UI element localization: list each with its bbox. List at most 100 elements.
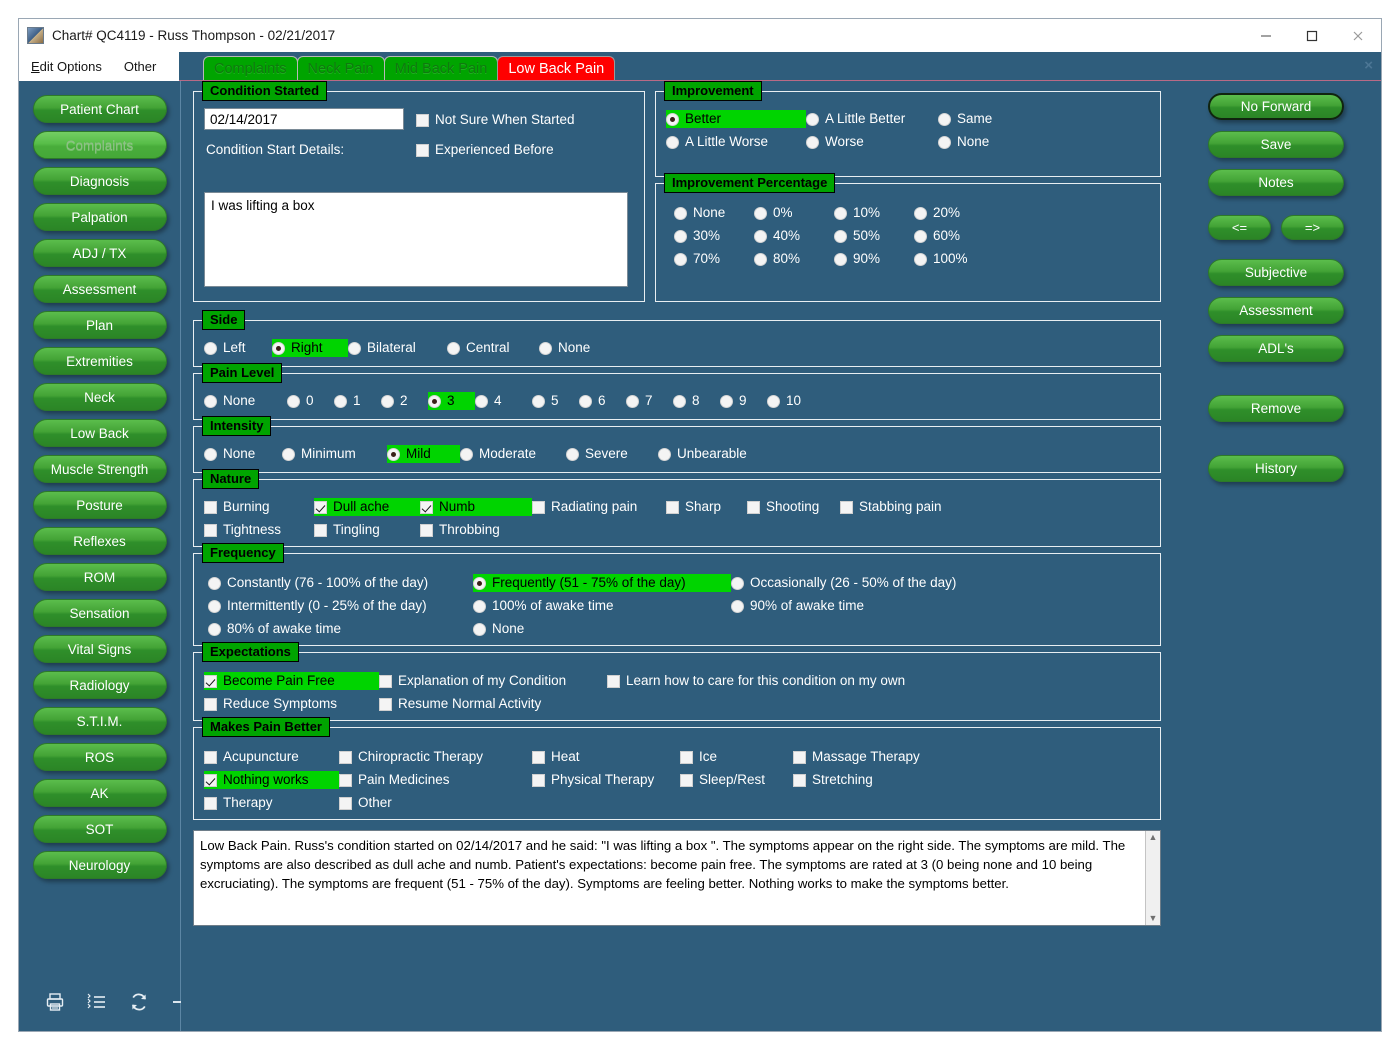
radio-pain-level-3[interactable]: 3 <box>428 392 475 410</box>
sidebar-item-reflexes[interactable]: Reflexes <box>32 527 167 555</box>
sidebar-item-adj-tx[interactable]: ADJ / TX <box>32 239 167 267</box>
check-nature-tightness[interactable]: Tightness <box>204 521 314 539</box>
radio-improvement-pct-90[interactable]: 90% <box>834 250 914 268</box>
refresh-icon[interactable] <box>129 992 149 1012</box>
radio-frequency-none[interactable]: None <box>473 620 526 638</box>
radio-frequency-occasionally-26-50-of-the-day[interactable]: Occasionally (26 - 50% of the day) <box>731 574 958 592</box>
radio-pain-level-4[interactable]: 4 <box>475 392 532 410</box>
radio-side-right[interactable]: Right <box>272 339 348 357</box>
check-expectation-resume-normal-activity[interactable]: Resume Normal Activity <box>379 695 607 713</box>
sidebar-item-sensation[interactable]: Sensation <box>32 599 167 627</box>
check-makes-better-physical-therapy[interactable]: Physical Therapy <box>532 771 680 789</box>
radio-intensity-severe[interactable]: Severe <box>566 445 658 463</box>
check-experienced-before[interactable]: Experienced Before <box>416 141 556 159</box>
sidebar-item-neck[interactable]: Neck <box>32 383 167 411</box>
radio-improvement-none[interactable]: None <box>938 133 991 151</box>
radio-improvement-pct-0[interactable]: 0% <box>754 204 834 222</box>
radio-pain-level-8[interactable]: 8 <box>673 392 720 410</box>
radio-intensity-unbearable[interactable]: Unbearable <box>658 445 749 463</box>
sidebar-item-rom[interactable]: ROM <box>32 563 167 591</box>
remove-button[interactable]: Remove <box>1208 395 1344 422</box>
radio-pain-level-6[interactable]: 6 <box>579 392 626 410</box>
no-forward-button[interactable]: No Forward <box>1208 93 1344 120</box>
radio-pain-level-2[interactable]: 2 <box>381 392 428 410</box>
radio-improvement-pct-70[interactable]: 70% <box>674 250 754 268</box>
check-nature-shooting[interactable]: Shooting <box>747 498 840 516</box>
check-makes-better-therapy[interactable]: Therapy <box>204 794 339 812</box>
radio-improvement-pct-10[interactable]: 10% <box>834 204 914 222</box>
sidebar-item-extremities[interactable]: Extremities <box>32 347 167 375</box>
check-nature-sharp[interactable]: Sharp <box>666 498 747 516</box>
radio-intensity-minimum[interactable]: Minimum <box>282 445 387 463</box>
check-nature-dull-ache[interactable]: Dull ache <box>314 498 420 516</box>
sidebar-item-low-back[interactable]: Low Back <box>32 419 167 447</box>
scroll-down-icon[interactable]: ▼ <box>1149 914 1158 923</box>
save-button[interactable]: Save <box>1208 131 1344 158</box>
check-makes-better-sleep-rest[interactable]: Sleep/Rest <box>680 771 793 789</box>
summary-scrollbar[interactable]: ▲ ▼ <box>1145 831 1160 925</box>
radio-improvement-pct-30[interactable]: 30% <box>674 227 754 245</box>
sidebar-item-posture[interactable]: Posture <box>32 491 167 519</box>
check-nature-throbbing[interactable]: Throbbing <box>420 521 502 539</box>
radio-pain-level-10[interactable]: 10 <box>767 392 803 410</box>
radio-side-bilateral[interactable]: Bilateral <box>348 339 447 357</box>
check-makes-better-massage-therapy[interactable]: Massage Therapy <box>793 748 922 766</box>
radio-pain-level-5[interactable]: 5 <box>532 392 579 410</box>
check-expectation-learn-how-to-care-for-this-condition-on-my-own[interactable]: Learn how to care for this condition on … <box>607 672 907 690</box>
scroll-up-icon[interactable]: ▲ <box>1149 833 1158 842</box>
radio-intensity-moderate[interactable]: Moderate <box>460 445 566 463</box>
sidebar-item-palpation[interactable]: Palpation <box>32 203 167 231</box>
radio-side-left[interactable]: Left <box>204 339 272 357</box>
condition-start-details-textarea[interactable]: I was lifting a box <box>204 192 628 287</box>
check-nature-burning[interactable]: Burning <box>204 498 314 516</box>
radio-frequency-intermittently-0-25-of-the-day[interactable]: Intermittently (0 - 25% of the day) <box>208 597 473 615</box>
close-button[interactable] <box>1335 19 1381 52</box>
check-makes-better-other[interactable]: Other <box>339 794 394 812</box>
sidebar-item-sot[interactable]: SOT <box>32 815 167 843</box>
history-button[interactable]: History <box>1208 455 1344 482</box>
subjective-button[interactable]: Subjective <box>1208 259 1344 286</box>
sidebar-item-ros[interactable]: ROS <box>32 743 167 771</box>
check-expectation-become-pain-free[interactable]: Become Pain Free <box>204 672 379 690</box>
check-makes-better-chiropractic-therapy[interactable]: Chiropractic Therapy <box>339 748 532 766</box>
sidebar-item-vital-signs[interactable]: Vital Signs <box>32 635 167 663</box>
check-makes-better-ice[interactable]: Ice <box>680 748 793 766</box>
check-nature-numb[interactable]: Numb <box>420 498 532 516</box>
menu-other[interactable]: Other <box>124 59 157 74</box>
sidebar-item-plan[interactable]: Plan <box>32 311 167 339</box>
notes-button[interactable]: Notes <box>1208 169 1344 196</box>
next-button[interactable]: => <box>1281 215 1344 240</box>
tab-mid-back-pain[interactable]: Mid Back Pain <box>383 56 499 80</box>
radio-side-none[interactable]: None <box>539 339 592 357</box>
radio-improvement-a-little-better[interactable]: A Little Better <box>806 110 938 128</box>
radio-improvement-pct-none[interactable]: None <box>674 204 754 222</box>
condition-start-date-input[interactable]: 02/14/2017 <box>204 108 404 130</box>
radio-intensity-mild[interactable]: Mild <box>387 445 460 463</box>
check-makes-better-acupuncture[interactable]: Acupuncture <box>204 748 339 766</box>
radio-frequency-frequently-51-75-of-the-day[interactable]: Frequently (51 - 75% of the day) <box>473 574 731 592</box>
adls-button[interactable]: ADL's <box>1208 335 1344 362</box>
check-nature-tingling[interactable]: Tingling <box>314 521 420 539</box>
radio-frequency-100-of-awake-time[interactable]: 100% of awake time <box>473 597 731 615</box>
check-nature-stabbing-pain[interactable]: Stabbing pain <box>840 498 944 516</box>
check-makes-better-heat[interactable]: Heat <box>532 748 680 766</box>
sidebar-item-neurology[interactable]: Neurology <box>32 851 167 879</box>
check-not-sure-when-started[interactable]: Not Sure When Started <box>416 111 577 129</box>
previous-button[interactable]: <= <box>1208 215 1271 240</box>
sidebar-item-patient-chart[interactable]: Patient Chart <box>32 95 167 123</box>
radio-pain-level-none[interactable]: None <box>204 392 287 410</box>
radio-pain-level-1[interactable]: 1 <box>334 392 381 410</box>
check-makes-better-nothing-works[interactable]: Nothing works <box>204 771 339 789</box>
sidebar-item-s-t-i-m[interactable]: S.T.I.M. <box>32 707 167 735</box>
radio-improvement-pct-60[interactable]: 60% <box>914 227 994 245</box>
radio-improvement-pct-40[interactable]: 40% <box>754 227 834 245</box>
radio-improvement-a-little-worse[interactable]: A Little Worse <box>666 133 806 151</box>
check-expectation-explanation-of-my-condition[interactable]: Explanation of my Condition <box>379 672 607 690</box>
sidebar-item-complaints[interactable]: Complaints <box>32 131 167 159</box>
radio-frequency-constantly-76-100-of-the-day[interactable]: Constantly (76 - 100% of the day) <box>208 574 473 592</box>
tab-neck-pain[interactable]: Neck Pain <box>296 56 385 80</box>
radio-improvement-pct-80[interactable]: 80% <box>754 250 834 268</box>
sidebar-item-muscle-strength[interactable]: Muscle Strength <box>32 455 167 483</box>
sidebar-item-ak[interactable]: AK <box>32 779 167 807</box>
minimize-button[interactable] <box>1243 19 1289 52</box>
